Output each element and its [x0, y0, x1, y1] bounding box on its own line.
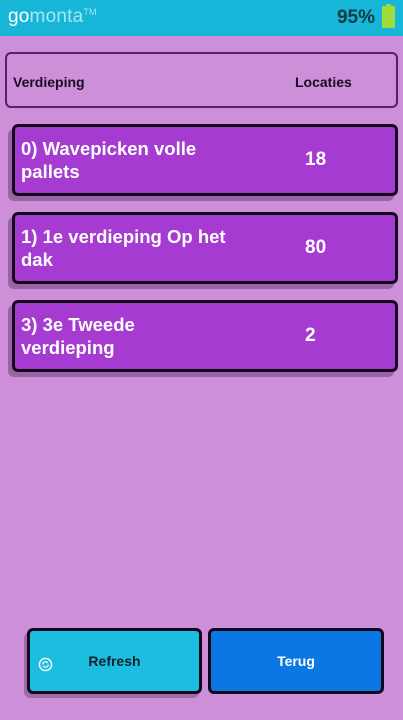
floor-row-3[interactable]: 3) 3e Tweede verdieping 2 — [12, 300, 398, 372]
header-locations-label: Locaties — [295, 74, 352, 90]
table-header: Verdieping Locaties — [5, 52, 398, 108]
floor-row-count: 80 — [305, 237, 327, 258]
gomonta-logo: gomontaTM — [8, 6, 97, 28]
back-button-label: Terug — [277, 653, 315, 669]
back-button[interactable]: Terug — [208, 628, 384, 694]
floor-row-label: 0) Wavepicken volle pallets — [21, 138, 197, 182]
status-bar: gomontaTM 95% — [0, 0, 403, 36]
refresh-button[interactable]: Refresh — [27, 628, 202, 694]
refresh-icon — [38, 657, 53, 672]
floor-row-count: 18 — [305, 149, 327, 170]
floor-row-1[interactable]: 1) 1e verdieping Op het dak 80 — [12, 212, 398, 284]
logo-trademark: TM — [83, 7, 97, 17]
logo-go-text: go — [8, 6, 30, 27]
floor-row-count: 2 — [305, 325, 316, 346]
header-floor-label: Verdieping — [13, 74, 85, 90]
battery-percentage: 95% — [336, 7, 375, 28]
floor-row-label: 1) 1e verdieping Op het dak — [21, 226, 226, 270]
floor-row-label: 3) 3e Tweede verdieping — [21, 314, 135, 358]
logo-monta-text: monta — [29, 6, 84, 27]
battery-icon — [382, 4, 395, 28]
refresh-button-label: Refresh — [88, 653, 141, 669]
floor-row-0[interactable]: 0) Wavepicken volle pallets 18 — [12, 124, 398, 196]
